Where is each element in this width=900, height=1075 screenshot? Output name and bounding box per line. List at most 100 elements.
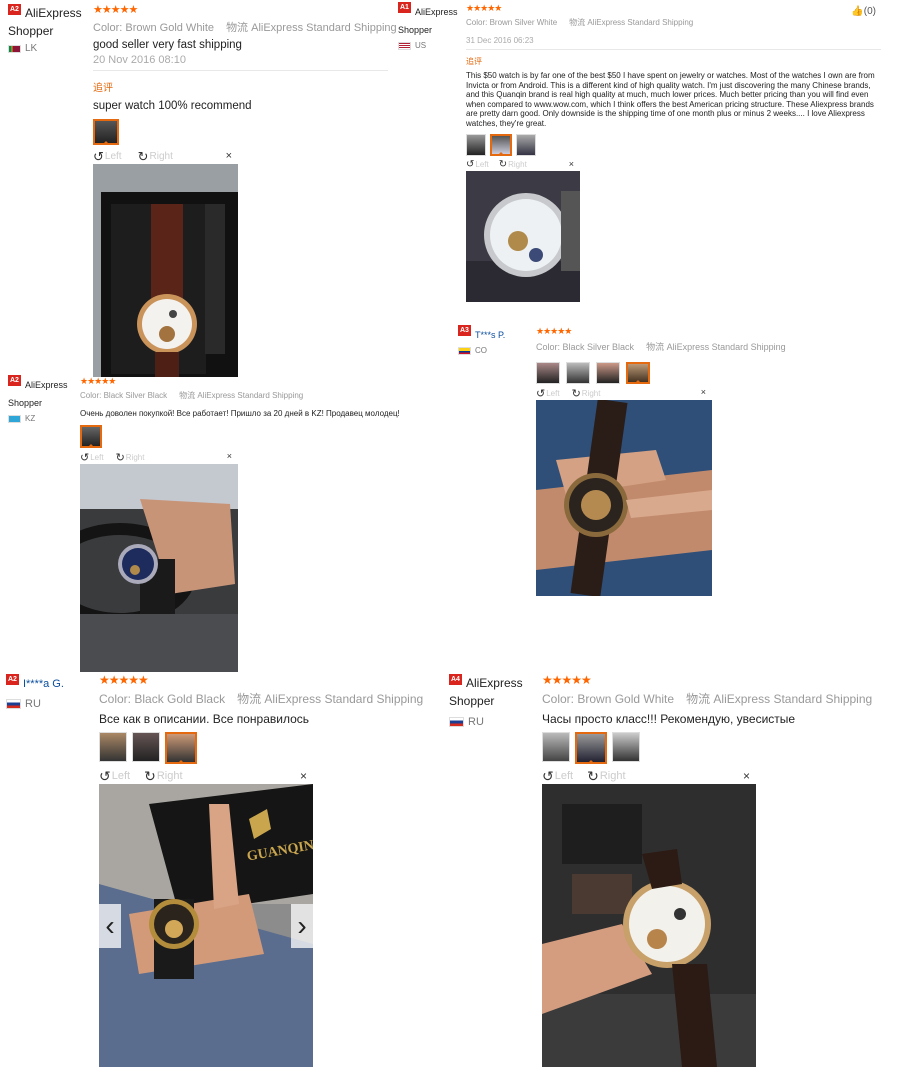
- photo-thumbnail[interactable]: [132, 732, 160, 762]
- rotate-right-icon[interactable]: ↻: [587, 768, 599, 785]
- color-value: Brown Gold White: [577, 692, 675, 706]
- photo-thumbnail[interactable]: [566, 362, 590, 384]
- photo-thumbnail[interactable]: [80, 425, 102, 448]
- rotate-left-icon[interactable]: ↺: [466, 159, 474, 170]
- review-3: A2 AliExpress Shopper KZ ★★★★★ Color: Bla…: [8, 375, 448, 672]
- photo-thumbnails: [99, 732, 439, 764]
- photo-thumbnail[interactable]: [596, 362, 620, 384]
- photo-thumbnail[interactable]: [93, 119, 119, 145]
- photo-thumbnail[interactable]: [536, 362, 560, 384]
- photo-thumbnail[interactable]: [626, 362, 650, 384]
- rotate-left-icon[interactable]: ↺: [80, 451, 89, 464]
- rotate-left-button[interactable]: Left: [475, 160, 488, 169]
- photo-thumbnail[interactable]: [466, 133, 486, 156]
- close-icon[interactable]: ×: [569, 159, 574, 169]
- review-text: Очень доволен покупкой! Все работает! Пр…: [80, 409, 400, 418]
- review-meta: Color: Brown Gold White 物流 AliExpress Sta…: [542, 692, 873, 706]
- rotate-left-button[interactable]: Left: [112, 770, 130, 782]
- rotate-right-button[interactable]: Right: [150, 151, 173, 162]
- rotate-right-button[interactable]: Right: [126, 453, 145, 462]
- rotate-right-icon[interactable]: ↻: [116, 451, 125, 464]
- followup-text: super watch 100% recommend: [93, 100, 252, 112]
- shipping-method: AliExpress Standard Shipping: [197, 391, 304, 400]
- rotate-left-icon[interactable]: ↺: [93, 149, 104, 165]
- shipping-method: AliExpress Standard Shipping: [251, 22, 397, 34]
- rotate-right-icon[interactable]: ↻: [572, 387, 581, 400]
- reviewer-name[interactable]: I****a G.: [23, 678, 64, 690]
- close-icon[interactable]: ×: [743, 769, 750, 783]
- review-4: A3 T***s P. CO ★★★★★ Color: Black Silver …: [458, 325, 898, 596]
- level-badge: A2: [6, 674, 19, 685]
- review-2: A1 AliExpress Shopper US 👍(0) ★★★★★ Color…: [398, 2, 898, 302]
- reviewer-name[interactable]: T***s P.: [475, 330, 505, 340]
- flag-icon: [449, 717, 464, 727]
- shipping-method: AliExpress Standard Shipping: [713, 692, 873, 706]
- previous-photo-button[interactable]: ‹: [99, 903, 121, 948]
- close-icon[interactable]: ×: [226, 150, 232, 162]
- color-value: Black Gold Black: [134, 692, 226, 706]
- rotate-left-icon[interactable]: ↺: [99, 768, 111, 785]
- shipping-icon: 物流: [237, 692, 262, 706]
- star-rating: ★★★★★: [542, 673, 592, 687]
- photo-controls: ↺ Left ↻ Right ×: [99, 768, 313, 785]
- flag-icon: [8, 414, 21, 423]
- star-rating: ★★★★★: [99, 673, 149, 687]
- rotate-left-button[interactable]: Left: [555, 770, 573, 782]
- review-text: good seller very fast shipping: [93, 39, 242, 51]
- watch-in-box-image: [93, 164, 238, 377]
- photo-thumbnail[interactable]: [516, 133, 536, 156]
- level-badge: A2: [8, 375, 21, 386]
- shipping-icon: 物流: [686, 692, 711, 706]
- rotate-right-icon[interactable]: ↻: [144, 768, 156, 785]
- followup-label: 追评: [466, 57, 482, 66]
- review-photo: [542, 784, 756, 1067]
- close-icon[interactable]: ×: [300, 769, 307, 783]
- close-icon[interactable]: ×: [227, 451, 232, 461]
- photo-thumbnail[interactable]: [542, 732, 570, 762]
- reviewer-info: A4 AliExpress Shopper RU: [449, 674, 539, 728]
- rotate-left-button[interactable]: Left: [105, 151, 122, 162]
- shipping-icon: 物流: [569, 18, 586, 27]
- watch-in-car-image: [542, 784, 756, 1067]
- rotate-left-icon[interactable]: ↺: [536, 387, 545, 400]
- photo-thumbnails: [93, 119, 388, 145]
- close-icon[interactable]: ×: [701, 387, 706, 397]
- photo-thumbnail[interactable]: [575, 732, 607, 764]
- photo-thumbnail[interactable]: [165, 732, 197, 764]
- shipping-icon: 物流: [179, 391, 196, 400]
- rotate-left-button[interactable]: Left: [90, 453, 103, 462]
- photo-thumbnail[interactable]: [490, 133, 512, 156]
- color-value: Black Silver Black: [103, 391, 168, 400]
- flag-icon: [398, 41, 411, 50]
- photo-thumbnail[interactable]: [612, 732, 640, 762]
- photo-controls: ↺ Left ↻ Right ×: [93, 149, 238, 165]
- next-photo-button[interactable]: ›: [291, 903, 313, 948]
- photo-thumbnail[interactable]: [99, 732, 127, 762]
- rotate-left-icon[interactable]: ↺: [542, 768, 554, 785]
- rotate-right-icon[interactable]: ↻: [138, 149, 149, 165]
- review-photo: [536, 400, 712, 596]
- reviewer-country: CO: [458, 346, 540, 355]
- star-rating: ★★★★★: [536, 326, 572, 336]
- photo-controls: ↺ Left ↻ Right ×: [536, 387, 712, 400]
- watch-in-car-image: [80, 464, 238, 672]
- rotate-right-button[interactable]: Right: [157, 770, 183, 782]
- rotate-right-button[interactable]: Right: [508, 160, 527, 169]
- review-meta: Color: Black Silver Black 物流 AliExpress S…: [80, 391, 304, 400]
- followup-label: 追评: [93, 83, 113, 94]
- shipping-icon: 物流: [646, 342, 665, 352]
- rotate-right-button[interactable]: Right: [582, 389, 601, 398]
- rotate-right-icon[interactable]: ↻: [499, 159, 507, 170]
- watch-with-box-image: GUANQIN: [99, 784, 313, 1067]
- rotate-left-button[interactable]: Left: [546, 389, 559, 398]
- review-photo: GUANQIN ‹ ›: [99, 784, 313, 1067]
- review-meta: Color: Brown Gold White 物流 AliExpress Sta…: [93, 22, 397, 34]
- star-rating: ★★★★★: [80, 376, 116, 386]
- flag-icon: [6, 699, 21, 709]
- photo-thumbnails: [466, 133, 881, 156]
- review-date: 31 Dec 2016 06:23: [466, 36, 534, 45]
- photo-controls: ↺ Left ↻ Right ×: [542, 768, 756, 785]
- star-rating: ★★★★★: [93, 4, 138, 16]
- flag-icon: [8, 44, 21, 53]
- rotate-right-button[interactable]: Right: [600, 770, 626, 782]
